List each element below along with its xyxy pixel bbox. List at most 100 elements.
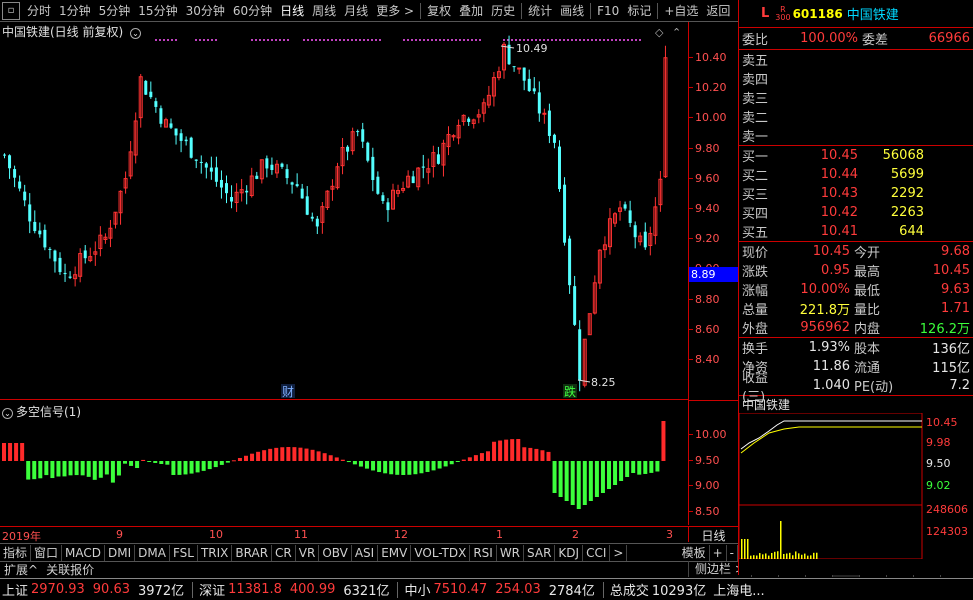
- indicator-tab[interactable]: 模板: [679, 544, 710, 561]
- indicator-tab[interactable]: VOL-TDX: [411, 544, 471, 561]
- kline-chart[interactable]: ◇ ⌃ 10.49 8.25 财 跌 中国铁建(日线 前复权) ⌄: [0, 22, 688, 400]
- toolbar-item[interactable]: 统计: [524, 0, 556, 22]
- toolbar-item[interactable]: +自选: [660, 0, 702, 22]
- candle-body: [230, 197, 234, 202]
- index-status-bar: 上证 2970.93 90.63 3972亿 深证 11381.8 400.99 6321亿中…: [0, 578, 973, 600]
- mini-avg-line: [740, 426, 922, 454]
- diamond-icon[interactable]: ◇: [655, 26, 664, 39]
- toolbar-item[interactable]: 15分钟: [134, 0, 181, 22]
- mini-tick: 248606: [926, 503, 968, 516]
- toolbar-item[interactable]: 分时: [23, 0, 55, 22]
- indicator-tab[interactable]: 窗口: [31, 544, 63, 561]
- signal-dot: [463, 39, 465, 41]
- toolbar-item[interactable]: 更多 >: [372, 0, 418, 22]
- candle-body: [361, 129, 365, 142]
- indicator-tab[interactable]: RSI: [470, 544, 497, 561]
- signal-bar: [298, 447, 303, 461]
- signal-dot: [267, 39, 269, 41]
- buy-price: 10.42: [820, 205, 858, 220]
- signal-bar: [141, 459, 146, 461]
- chart-settings-icon[interactable]: ▫: [2, 1, 20, 20]
- candle-body: [8, 155, 12, 169]
- drop-marker[interactable]: 跌: [564, 384, 576, 399]
- signal-bar: [207, 461, 212, 470]
- indicator-tab[interactable]: 指标: [0, 544, 32, 561]
- indicator-tab[interactable]: WR: [497, 544, 525, 561]
- collapse-icon[interactable]: ⌃: [672, 26, 681, 39]
- toolbar-item[interactable]: 日线: [276, 0, 308, 22]
- indicator-tab[interactable]: VR: [296, 544, 320, 561]
- signal-dot: [443, 39, 445, 41]
- toolbar-item[interactable]: 标记: [623, 0, 655, 22]
- indicator-tab[interactable]: OBV: [319, 544, 352, 561]
- index-name: 中小: [404, 584, 431, 599]
- date-label: 12: [394, 528, 408, 541]
- signal-bar: [116, 461, 121, 476]
- indicator-chart[interactable]: [0, 400, 688, 526]
- price-tick: 9.40: [689, 202, 739, 215]
- signal-dot: [551, 39, 553, 41]
- stat-label: 总量: [742, 303, 769, 318]
- mini-volume-bar: [753, 555, 755, 559]
- chart-options-icon[interactable]: ⌄: [130, 28, 142, 39]
- candle-body: [219, 179, 223, 188]
- toolbar-item[interactable]: 周线: [308, 0, 340, 22]
- signal-bar: [486, 451, 490, 461]
- stats-primary: 现价 10.45 今开 9.68 涨跌 0.95 最高 10.45 涨幅 10.00% 最低 9.63…: [739, 242, 973, 338]
- indicator-tab[interactable]: TRIX: [198, 544, 233, 561]
- expand-button[interactable]: 扩展^: [0, 561, 42, 578]
- stat-value: 1.93%: [808, 340, 850, 355]
- toolbar-item[interactable]: 画线: [556, 0, 588, 22]
- toolbar-item[interactable]: F10: [593, 0, 623, 22]
- stat-row: 现价 10.45 今开 9.68: [739, 242, 973, 261]
- candle-body: [270, 164, 274, 171]
- signal-dot: [599, 39, 601, 41]
- indicator-tab[interactable]: CCI: [583, 544, 611, 561]
- signal-bar: [244, 455, 248, 461]
- indicator-tab[interactable]: >: [610, 544, 628, 561]
- sell-label: 卖二: [742, 111, 769, 126]
- toolbar-item[interactable]: 叠加: [455, 0, 487, 22]
- signal-bar: [92, 461, 97, 480]
- signal-dot: [519, 39, 521, 41]
- buy-volume: 56068: [882, 148, 924, 163]
- indicator-tab[interactable]: EMV: [378, 544, 412, 561]
- signal-bar: [159, 461, 164, 465]
- related-quote-button[interactable]: 关联报价: [42, 561, 98, 578]
- signal-dot: [315, 39, 317, 41]
- index-change: 254.03: [495, 582, 541, 597]
- toolbar-item[interactable]: 60分钟: [229, 0, 276, 22]
- indicator-tab[interactable]: BRAR: [232, 544, 273, 561]
- signal-bar: [123, 461, 127, 464]
- current-price-tag: 8.89: [689, 267, 739, 282]
- candle-body: [28, 204, 32, 222]
- stat-value: 9.63: [941, 282, 970, 297]
- signal-dot: [171, 39, 173, 41]
- indicator-tab[interactable]: KDJ: [555, 544, 584, 561]
- finance-marker[interactable]: 财: [282, 385, 294, 399]
- total-turnover: 10293亿: [651, 584, 707, 599]
- signal-dot: [347, 39, 349, 41]
- indicator-tab[interactable]: CR: [272, 544, 296, 561]
- toolbar-item[interactable]: 复权: [423, 0, 455, 22]
- indicator-tab[interactable]: ASI: [352, 544, 379, 561]
- toolbar-item[interactable]: 历史: [487, 0, 519, 22]
- indicator-tab[interactable]: +: [710, 544, 727, 561]
- candle-body: [144, 80, 148, 95]
- indicator-tab[interactable]: DMA: [135, 544, 170, 561]
- candle-body: [633, 225, 637, 238]
- indicator-tab[interactable]: -: [727, 544, 738, 561]
- indicator-tab[interactable]: SAR: [524, 544, 556, 561]
- toolbar-item[interactable]: 30分钟: [182, 0, 229, 22]
- toolbar-item[interactable]: 5分钟: [95, 0, 135, 22]
- signal-dot: [175, 39, 177, 41]
- period-label[interactable]: 日线: [688, 526, 738, 543]
- indicator-tab[interactable]: MACD: [62, 544, 106, 561]
- indicator-tab[interactable]: FSL: [170, 544, 198, 561]
- candle-body: [265, 158, 269, 169]
- indicator-tab[interactable]: DMI: [105, 544, 136, 561]
- toolbar-item[interactable]: 返回: [702, 0, 734, 22]
- toolbar-item[interactable]: 1分钟: [55, 0, 95, 22]
- toolbar-item[interactable]: 月线: [340, 0, 372, 22]
- intraday-mini-chart[interactable]: 10.45 9.98 9.50 9.02 248606 124303: [738, 412, 973, 560]
